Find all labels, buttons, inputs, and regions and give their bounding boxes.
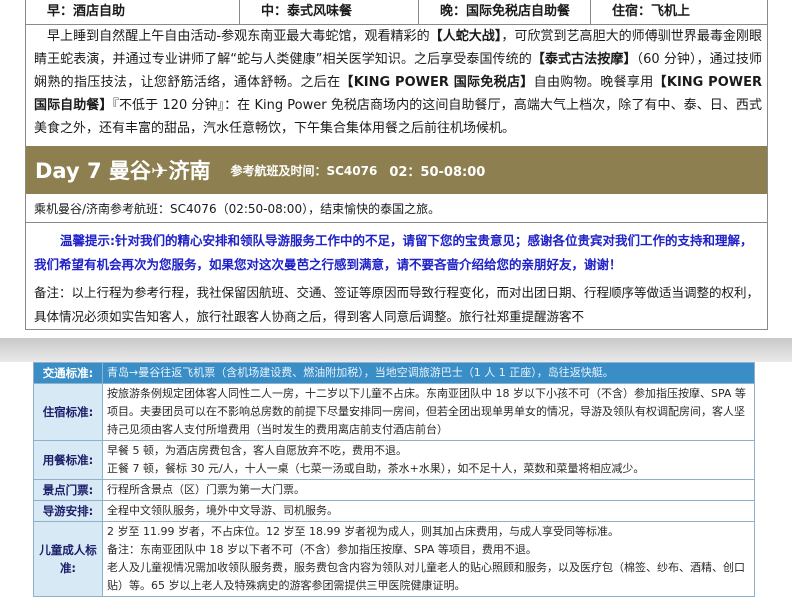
meals-row: 早：酒店自助 中：泰式风味餐 晚：国际免税店自助餐 住宿：飞机上: [26, 0, 767, 25]
meal-accommodation: 住宿：飞机上: [612, 4, 691, 19]
highlight-duty-free: 【KING POWER 国际免税店】: [340, 75, 534, 90]
children-note-text: 备注：东南亚团队中 18 岁以下者不可（不含）参加指压按摩、SPA 等项目，费用…: [107, 543, 537, 556]
tickets-text: 行程所含景点（区）门票为第一大门票。: [107, 483, 305, 496]
children-service-text: 老人及儿童视情况需加收领队服务费，服务费包含内容为领队对儿童老人的贴心照顾和服务…: [107, 561, 745, 592]
divider: [26, 222, 767, 223]
warm-tips: 温馨提示:针对我们的精心安排和领队导游服务工作中的不足，请留下您的宝贵意见；感谢…: [34, 233, 753, 272]
terms-content-transport: 青岛→曼谷往返飞机票（含机场建设费、燃油附加税），当地空调旅游巴士（1 人 1 …: [102, 362, 755, 384]
day7-description: 乘机曼谷/济南参考航班：SC4076（02:50-08:00），结束愉快的泰国之…: [34, 202, 441, 216]
desc-text-6: 自由购物。晚餐享用: [533, 75, 654, 90]
page-gap: [0, 338, 792, 362]
terms-content-accommodation: 按旅游条例规定团体客人同性二人一房，十二岁以下儿童不占床。东南亚团队中 18 岁…: [102, 383, 755, 441]
terms-label-accommodation: 住宿标准:: [33, 383, 103, 441]
terms-content-meals: 早餐 5 顿，为酒店房费包含，客人自愿放弃不吃，费用不退。 正餐 7 顿，餐标 …: [102, 440, 755, 480]
terms-row-transport: 交通标准: 青岛→曼谷往返飞机票（含机场建设费、燃油附加税），当地空调旅游巴士（…: [33, 362, 755, 384]
meals-main-text: 正餐 7 顿，餐标 30 元/人，十人一桌（七菜一汤或自助，茶水+水果），如不足…: [107, 462, 645, 475]
terms-label-meals: 用餐标准:: [33, 440, 103, 480]
terms-label-tickets: 景点门票:: [33, 479, 103, 501]
terms-row-accommodation: 住宿标准: 按旅游条例规定团体客人同性二人一房，十二岁以下儿童不占床。东南亚团队…: [33, 383, 755, 441]
terms-content-tickets: 行程所含景点（区）门票为第一大门票。: [102, 479, 755, 501]
terms-content-guide: 全程中文领队服务，境外中文导游、司机服务。: [102, 500, 755, 522]
terms-label-children: 儿童成人标准:: [33, 521, 103, 597]
guide-text: 全程中文领队服务，境外中文导游、司机服务。: [107, 504, 338, 517]
itinerary-page: 早：酒店自助 中：泰式风味餐 晚：国际免税店自助餐 住宿：飞机上 早上睡到自然醒…: [0, 0, 792, 338]
terms-row-children: 儿童成人标准: 2 岁至 11.99 岁者，不占床位。12 岁至 18.99 岁…: [33, 521, 755, 597]
desc-text-1: 早上睡到自然醒上午自由活动-参观东南亚最大毒蛇馆，观看精彩的: [47, 29, 430, 44]
terms-label-transport: 交通标准:: [33, 362, 103, 384]
terms-content-children: 2 岁至 11.99 岁者，不占床位。12 岁至 18.99 岁者视为成人，则其…: [102, 521, 755, 597]
highlight-thai-massage: 【泰式古法按摩】: [531, 52, 637, 67]
day7-header-bar: Day 7 曼谷✈济南 参考航班及时间：SC4076 02：50-08:00: [26, 146, 767, 194]
frame-bottom-line: [25, 329, 768, 330]
meal-lunch: 中：泰式风味餐: [240, 0, 419, 24]
frame-right-line: [767, 0, 768, 330]
terms-row-guide: 导游安排: 全程中文领队服务，境外中文导游、司机服务。: [33, 500, 755, 522]
desc-text-7: 『不低于 120 分钟』：在 King Power 免税店商场内的这间自助餐厅，…: [34, 98, 762, 136]
highlight-snake-show: 【人蛇大战】: [429, 29, 502, 44]
terms-row-tickets: 景点门票: 行程所含景点（区）门票为第一大门票。: [33, 479, 755, 501]
day7-title: Day 7 曼谷✈济南: [35, 159, 211, 183]
accommodation-text: 按旅游条例规定团体客人同性二人一房，十二岁以下儿童不占床。东南亚团队中 18 岁…: [107, 387, 746, 436]
terms-table: 交通标准: 青岛→曼谷往返飞机票（含机场建设费、燃油附加税），当地空调旅游巴士（…: [33, 362, 755, 597]
children-age-text: 2 岁至 11.99 岁者，不占床位。12 岁至 18.99 岁者视为成人，则其…: [107, 525, 619, 538]
day7-flight-ref: 参考航班及时间：SC4076: [230, 163, 378, 178]
meals-breakfast-text: 早餐 5 顿，为酒店房费包含，客人自愿放弃不吃，费用不退。: [107, 444, 407, 457]
remarks: 备注：以上行程为参考行程，我社保留因航班、交通、签证等原因而导致行程变化，而对出…: [34, 285, 760, 324]
day7-flight-time: 02：50-08:00: [389, 164, 486, 180]
transport-text: 青岛→曼谷往返飞机票（含机场建设费、燃油附加税），当地空调旅游巴士（1 人 1 …: [107, 366, 614, 379]
desc-text-3: “蛇与人类健康”: [230, 52, 323, 67]
meal-dinner: 晚：国际免税店自助餐: [419, 0, 591, 24]
terms-label-guide: 导游安排:: [33, 500, 103, 522]
desc-text-4: 相关医学知识。之后享受泰国传统的: [322, 52, 532, 67]
meal-breakfast: 早：酒店自助: [26, 0, 240, 24]
day6-description: 早上睡到自然醒上午自由活动-参观东南亚最大毒蛇馆，观看精彩的【人蛇大战】，可欣赏…: [34, 25, 762, 140]
terms-row-meals: 用餐标准: 早餐 5 顿，为酒店房费包含，客人自愿放弃不吃，费用不退。 正餐 7…: [33, 440, 755, 480]
